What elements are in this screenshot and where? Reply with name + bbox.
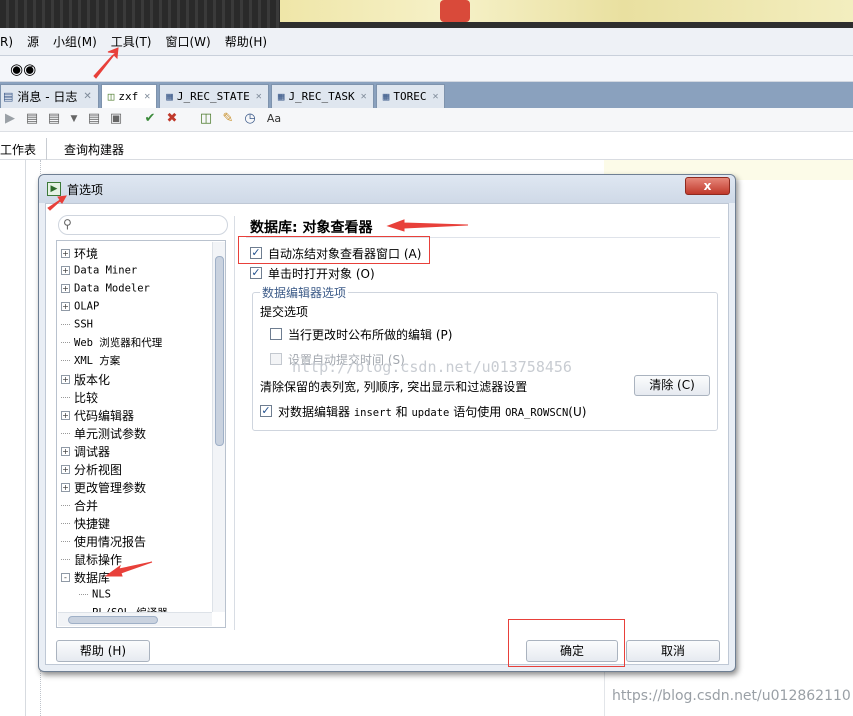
arrow-panel-title: [386, 219, 469, 232]
arrow-dialog-title: [47, 195, 67, 211]
arrow-tools-menu: [93, 47, 119, 79]
arrow-database-node: [104, 561, 153, 577]
annotation-arrows: [47, 47, 469, 577]
